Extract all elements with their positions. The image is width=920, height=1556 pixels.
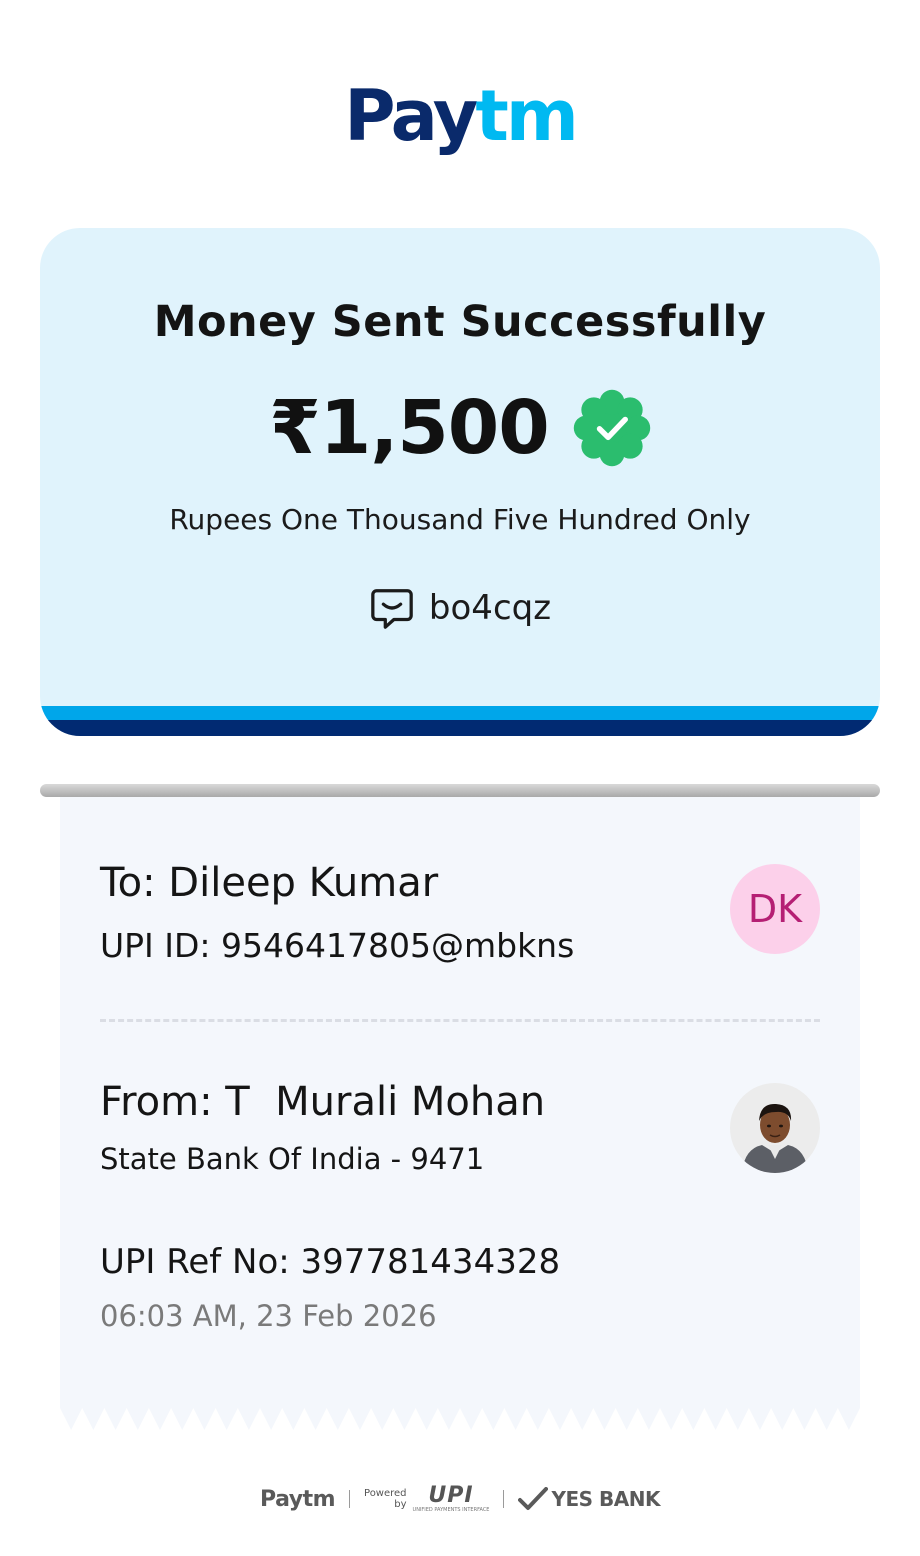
footer-powered-by: Powered by — [364, 1488, 407, 1510]
by-text: by — [394, 1499, 407, 1510]
upi-mark: UPI — [428, 1483, 474, 1508]
footer-separator — [503, 1490, 505, 1508]
receipt-rail — [40, 784, 880, 797]
powered-text: Powered — [364, 1488, 407, 1499]
footer-partners: Paytm Powered by UPI UNIFIED PAYMENTS IN… — [0, 1476, 920, 1522]
paytm-logo: Paytm — [0, 76, 920, 156]
payment-status-card: Money Sent Successfully ₹1,500 Rupees On… — [40, 228, 880, 736]
verified-badge-icon — [573, 389, 651, 467]
upi-tagline: UNIFIED PAYMENTS INTERFACE — [412, 1507, 490, 1513]
footer-upi-logo: UPI UNIFIED PAYMENTS INTERFACE — [412, 1483, 490, 1514]
footer-yes-bank-logo: YES BANK — [518, 1487, 660, 1511]
message-icon — [371, 589, 413, 629]
transaction-timestamp: 06:03 AM, 23 Feb 2026 — [100, 1299, 437, 1333]
payment-note: bo4cqz — [40, 584, 880, 632]
sender-avatar — [730, 1083, 820, 1173]
yes-bank-text: YES BANK — [551, 1487, 660, 1511]
logo-pay: Pay — [344, 75, 478, 157]
note-text: bo4cqz — [428, 588, 552, 628]
status-title: Money Sent Successfully — [153, 297, 767, 347]
yes-bank-check-icon — [518, 1487, 549, 1510]
amount-value: ₹1,500 — [269, 385, 550, 471]
amount-in-words: Rupees One Thousand Five Hundred Only — [169, 503, 751, 536]
amount-row: ₹1,500 — [40, 380, 880, 476]
sender-avatar-image — [730, 1083, 820, 1173]
dashed-divider — [100, 1019, 820, 1022]
sender-bank: State Bank Of India - 9471 — [100, 1142, 485, 1176]
upi-ref-number: UPI Ref No: 397781434328 — [100, 1242, 561, 1282]
sender-name: From: T Murali Mohan — [100, 1079, 546, 1125]
recipient-upi-id: UPI ID: 9546417805@mbkns — [100, 926, 575, 965]
card-stripe-dark — [40, 720, 880, 736]
recipient-avatar: DK — [730, 864, 820, 954]
card-stripe-light — [40, 706, 880, 721]
recipient-name: To: Dileep Kumar — [100, 860, 439, 906]
logo-tm: tm — [475, 75, 578, 157]
footer-separator — [349, 1490, 351, 1508]
footer-paytm-logo: Paytm — [260, 1486, 336, 1512]
receipt-torn-edge — [60, 1408, 860, 1430]
